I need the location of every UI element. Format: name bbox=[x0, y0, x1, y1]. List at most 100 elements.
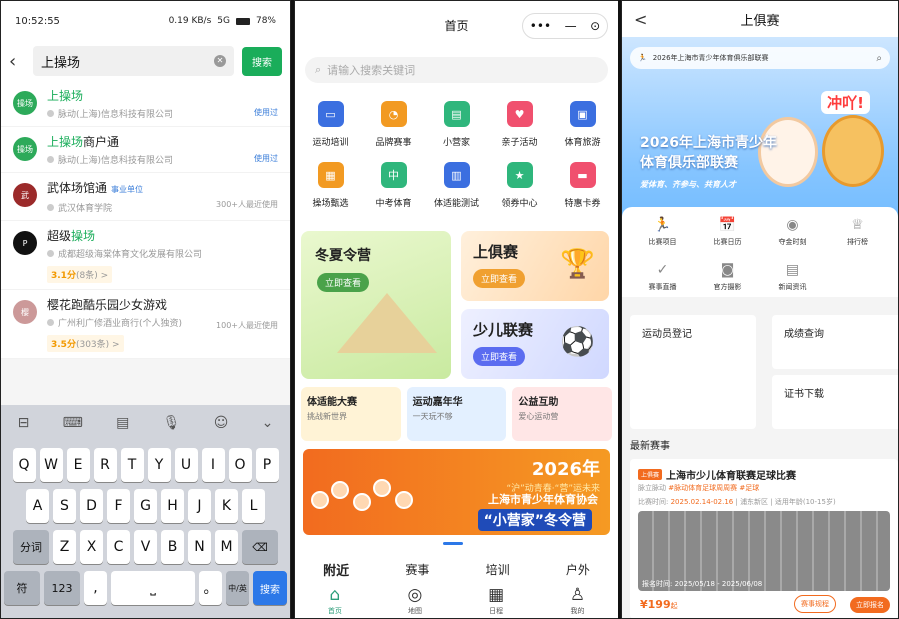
nav-item[interactable]: ⌂ 首页 bbox=[328, 585, 342, 616]
result-item[interactable]: 操场 上操场 脉动(上海)信息科技有限公司 使用过 bbox=[1, 81, 290, 127]
key-q[interactable]: Q bbox=[12, 448, 36, 482]
league-menu-item[interactable]: 🏃 比赛项目 bbox=[630, 217, 695, 254]
keyboard-tool-icon[interactable]: 🎙 bbox=[163, 415, 181, 431]
key-y[interactable]: Y bbox=[147, 448, 171, 482]
cert-download-box[interactable]: 证书下载 bbox=[772, 375, 898, 429]
key-u[interactable]: U bbox=[174, 448, 198, 482]
key-a[interactable]: A bbox=[26, 489, 49, 523]
category-item[interactable]: ♥ 亲子活动 bbox=[488, 101, 551, 148]
key-n[interactable]: N bbox=[188, 530, 211, 564]
winter-camp-banner[interactable]: 2026年 “沪”动青春·“营”运未来 上海市青少年体育协会 “小营家”冬令营 bbox=[303, 449, 610, 535]
back-icon[interactable]: ‹ bbox=[9, 51, 25, 72]
athlete-register-box[interactable]: 运动员登记 bbox=[630, 315, 756, 429]
key-k[interactable]: K bbox=[215, 489, 238, 523]
key-w[interactable]: W bbox=[39, 448, 63, 482]
key-b[interactable]: B bbox=[161, 530, 184, 564]
key-123[interactable]: 123 bbox=[44, 571, 80, 605]
category-item[interactable]: ★ 领券中心 bbox=[488, 162, 551, 209]
league-card[interactable]: 上俱赛 立即查看 🏆 bbox=[461, 231, 609, 301]
back-icon[interactable]: < bbox=[634, 10, 647, 29]
key-period[interactable]: 。 bbox=[199, 571, 222, 605]
category-item[interactable]: ▦ 操场甄选 bbox=[299, 162, 362, 209]
search-input[interactable]: 上操场 ✕ bbox=[33, 46, 234, 76]
more-icon[interactable]: ••• bbox=[530, 19, 551, 33]
key-i[interactable]: I bbox=[201, 448, 225, 482]
result-item[interactable]: 操场 上操场商户通 脉动(上海)信息科技有限公司 使用过 bbox=[1, 127, 290, 173]
category-item[interactable]: ▬ 特惠卡券 bbox=[551, 162, 614, 209]
league-menu-item[interactable]: ♕ 排行榜 bbox=[825, 217, 890, 254]
league-menu-item[interactable]: ◉ 夺金时刻 bbox=[760, 217, 825, 254]
key-delete[interactable]: ⌫ bbox=[242, 530, 278, 564]
league-search[interactable]: 🏃 2026年上海市青少年体育俱乐部联赛 ⌕ bbox=[630, 47, 890, 69]
result-item[interactable]: 樱樱花跑酷乐园少女游戏 广州利广修酒业商行(个人独资) 3.5分(303条) > 10… bbox=[1, 290, 290, 359]
tab-2[interactable]: 培训 bbox=[486, 561, 510, 578]
key-lang[interactable]: 中/英 bbox=[226, 571, 249, 605]
key-x[interactable]: X bbox=[80, 530, 103, 564]
result-rating[interactable]: 3.1分(8条) > bbox=[47, 266, 113, 283]
result-item[interactable]: P 超级操场 成都超级海棠体育文化发展有限公司 3.1分(8条) > bbox=[1, 221, 290, 290]
key-c[interactable]: C bbox=[107, 530, 130, 564]
kids-league-card[interactable]: 少儿联赛 立即查看 ⚽ bbox=[461, 309, 609, 379]
key-search[interactable]: 搜索 bbox=[253, 571, 287, 605]
key-v[interactable]: V bbox=[134, 530, 157, 564]
category-item[interactable]: ◔ 品牌赛事 bbox=[362, 101, 425, 148]
nav-item[interactable]: ♙ 我的 bbox=[570, 585, 585, 616]
key-space[interactable]: ⎵ bbox=[111, 571, 195, 605]
key-o[interactable]: O bbox=[228, 448, 252, 482]
category-item[interactable]: ▣ 体育旅游 bbox=[551, 101, 614, 148]
keyboard-tool-icon[interactable]: ⊟ bbox=[18, 415, 30, 431]
key-t[interactable]: T bbox=[120, 448, 144, 482]
close-icon[interactable]: ⊙ bbox=[590, 19, 600, 33]
search-button[interactable]: 搜索 bbox=[242, 46, 282, 76]
nav-item[interactable]: ◎ 地图 bbox=[408, 585, 423, 616]
key-e[interactable]: E bbox=[66, 448, 90, 482]
rules-button[interactable]: 赛事规程 bbox=[794, 595, 836, 613]
key-h[interactable]: H bbox=[161, 489, 184, 523]
keyboard-tool-icon[interactable]: ▤ bbox=[116, 415, 129, 431]
feature-card[interactable]: 公益互助 爱心运动营 bbox=[512, 387, 613, 441]
key-d[interactable]: D bbox=[80, 489, 103, 523]
search-icon[interactable]: ⌕ bbox=[876, 53, 882, 64]
category-item[interactable]: ▥ 体适能测试 bbox=[425, 162, 488, 209]
key-j[interactable]: J bbox=[188, 489, 211, 523]
key-m[interactable]: M bbox=[215, 530, 238, 564]
league-menu-item[interactable]: ▤ 新闻资讯 bbox=[760, 262, 825, 297]
key-g[interactable]: G bbox=[134, 489, 157, 523]
keyboard-tool-icon[interactable]: ⌄ bbox=[262, 415, 274, 431]
winter-camp-button[interactable]: 立即查看 bbox=[317, 273, 370, 292]
keyboard-tool-icon[interactable]: ☺ bbox=[214, 415, 229, 431]
category-item[interactable]: ▭ 运动培训 bbox=[299, 101, 362, 148]
category-item[interactable]: ▤ 小营家 bbox=[425, 101, 488, 148]
key-f[interactable]: F bbox=[107, 489, 130, 523]
key-symbol[interactable]: 符 bbox=[4, 571, 40, 605]
clear-icon[interactable]: ✕ bbox=[214, 55, 226, 67]
home-search-input[interactable]: ⌕ 请输入搜索关键词 bbox=[305, 57, 608, 83]
signup-button[interactable]: 立即报名 bbox=[850, 597, 890, 613]
nav-item[interactable]: ▦ 日程 bbox=[488, 585, 504, 616]
kids-league-button[interactable]: 立即查看 bbox=[473, 347, 526, 366]
league-button[interactable]: 立即查看 bbox=[473, 269, 526, 288]
tab-3[interactable]: 户外 bbox=[566, 561, 590, 578]
key-segment[interactable]: 分词 bbox=[13, 530, 49, 564]
key-comma[interactable]: , bbox=[84, 571, 107, 605]
league-menu-item[interactable]: ✓ 赛事直播 bbox=[630, 262, 695, 297]
tab-0[interactable]: 附近 bbox=[323, 560, 349, 579]
miniapp-capsule[interactable]: ••• — ⊙ bbox=[522, 13, 608, 39]
league-menu-item[interactable]: 📅 比赛日历 bbox=[695, 217, 760, 254]
key-l[interactable]: L bbox=[242, 489, 265, 523]
category-item[interactable]: 中中考体育 bbox=[362, 162, 425, 209]
keyboard-tool-icon[interactable]: ⌨ bbox=[63, 415, 83, 431]
key-z[interactable]: Z bbox=[53, 530, 76, 564]
result-item[interactable]: 武武体场馆通 事业单位 武汉体育学院 300+人最近使用 bbox=[1, 173, 290, 221]
key-r[interactable]: R bbox=[93, 448, 117, 482]
league-menu-item[interactable]: ◙ 官方摄影 bbox=[695, 262, 760, 297]
feature-card[interactable]: 体适能大赛 挑战新世界 bbox=[301, 387, 401, 441]
tab-1[interactable]: 赛事 bbox=[405, 561, 429, 578]
winter-camp-card[interactable]: 冬夏令营 立即查看 bbox=[301, 231, 451, 379]
minimize-icon[interactable]: — bbox=[565, 19, 577, 33]
score-query-box[interactable]: 成绩查询 bbox=[772, 315, 898, 369]
result-rating[interactable]: 3.5分(303条) > bbox=[47, 335, 124, 352]
key-s[interactable]: S bbox=[53, 489, 76, 523]
event-card[interactable]: 上俱赛 上海市少儿体育联赛足球比赛 脉立脉动 #脉动体育足球周周赛 #足球 比赛… bbox=[630, 459, 898, 618]
key-p[interactable]: P bbox=[255, 448, 279, 482]
